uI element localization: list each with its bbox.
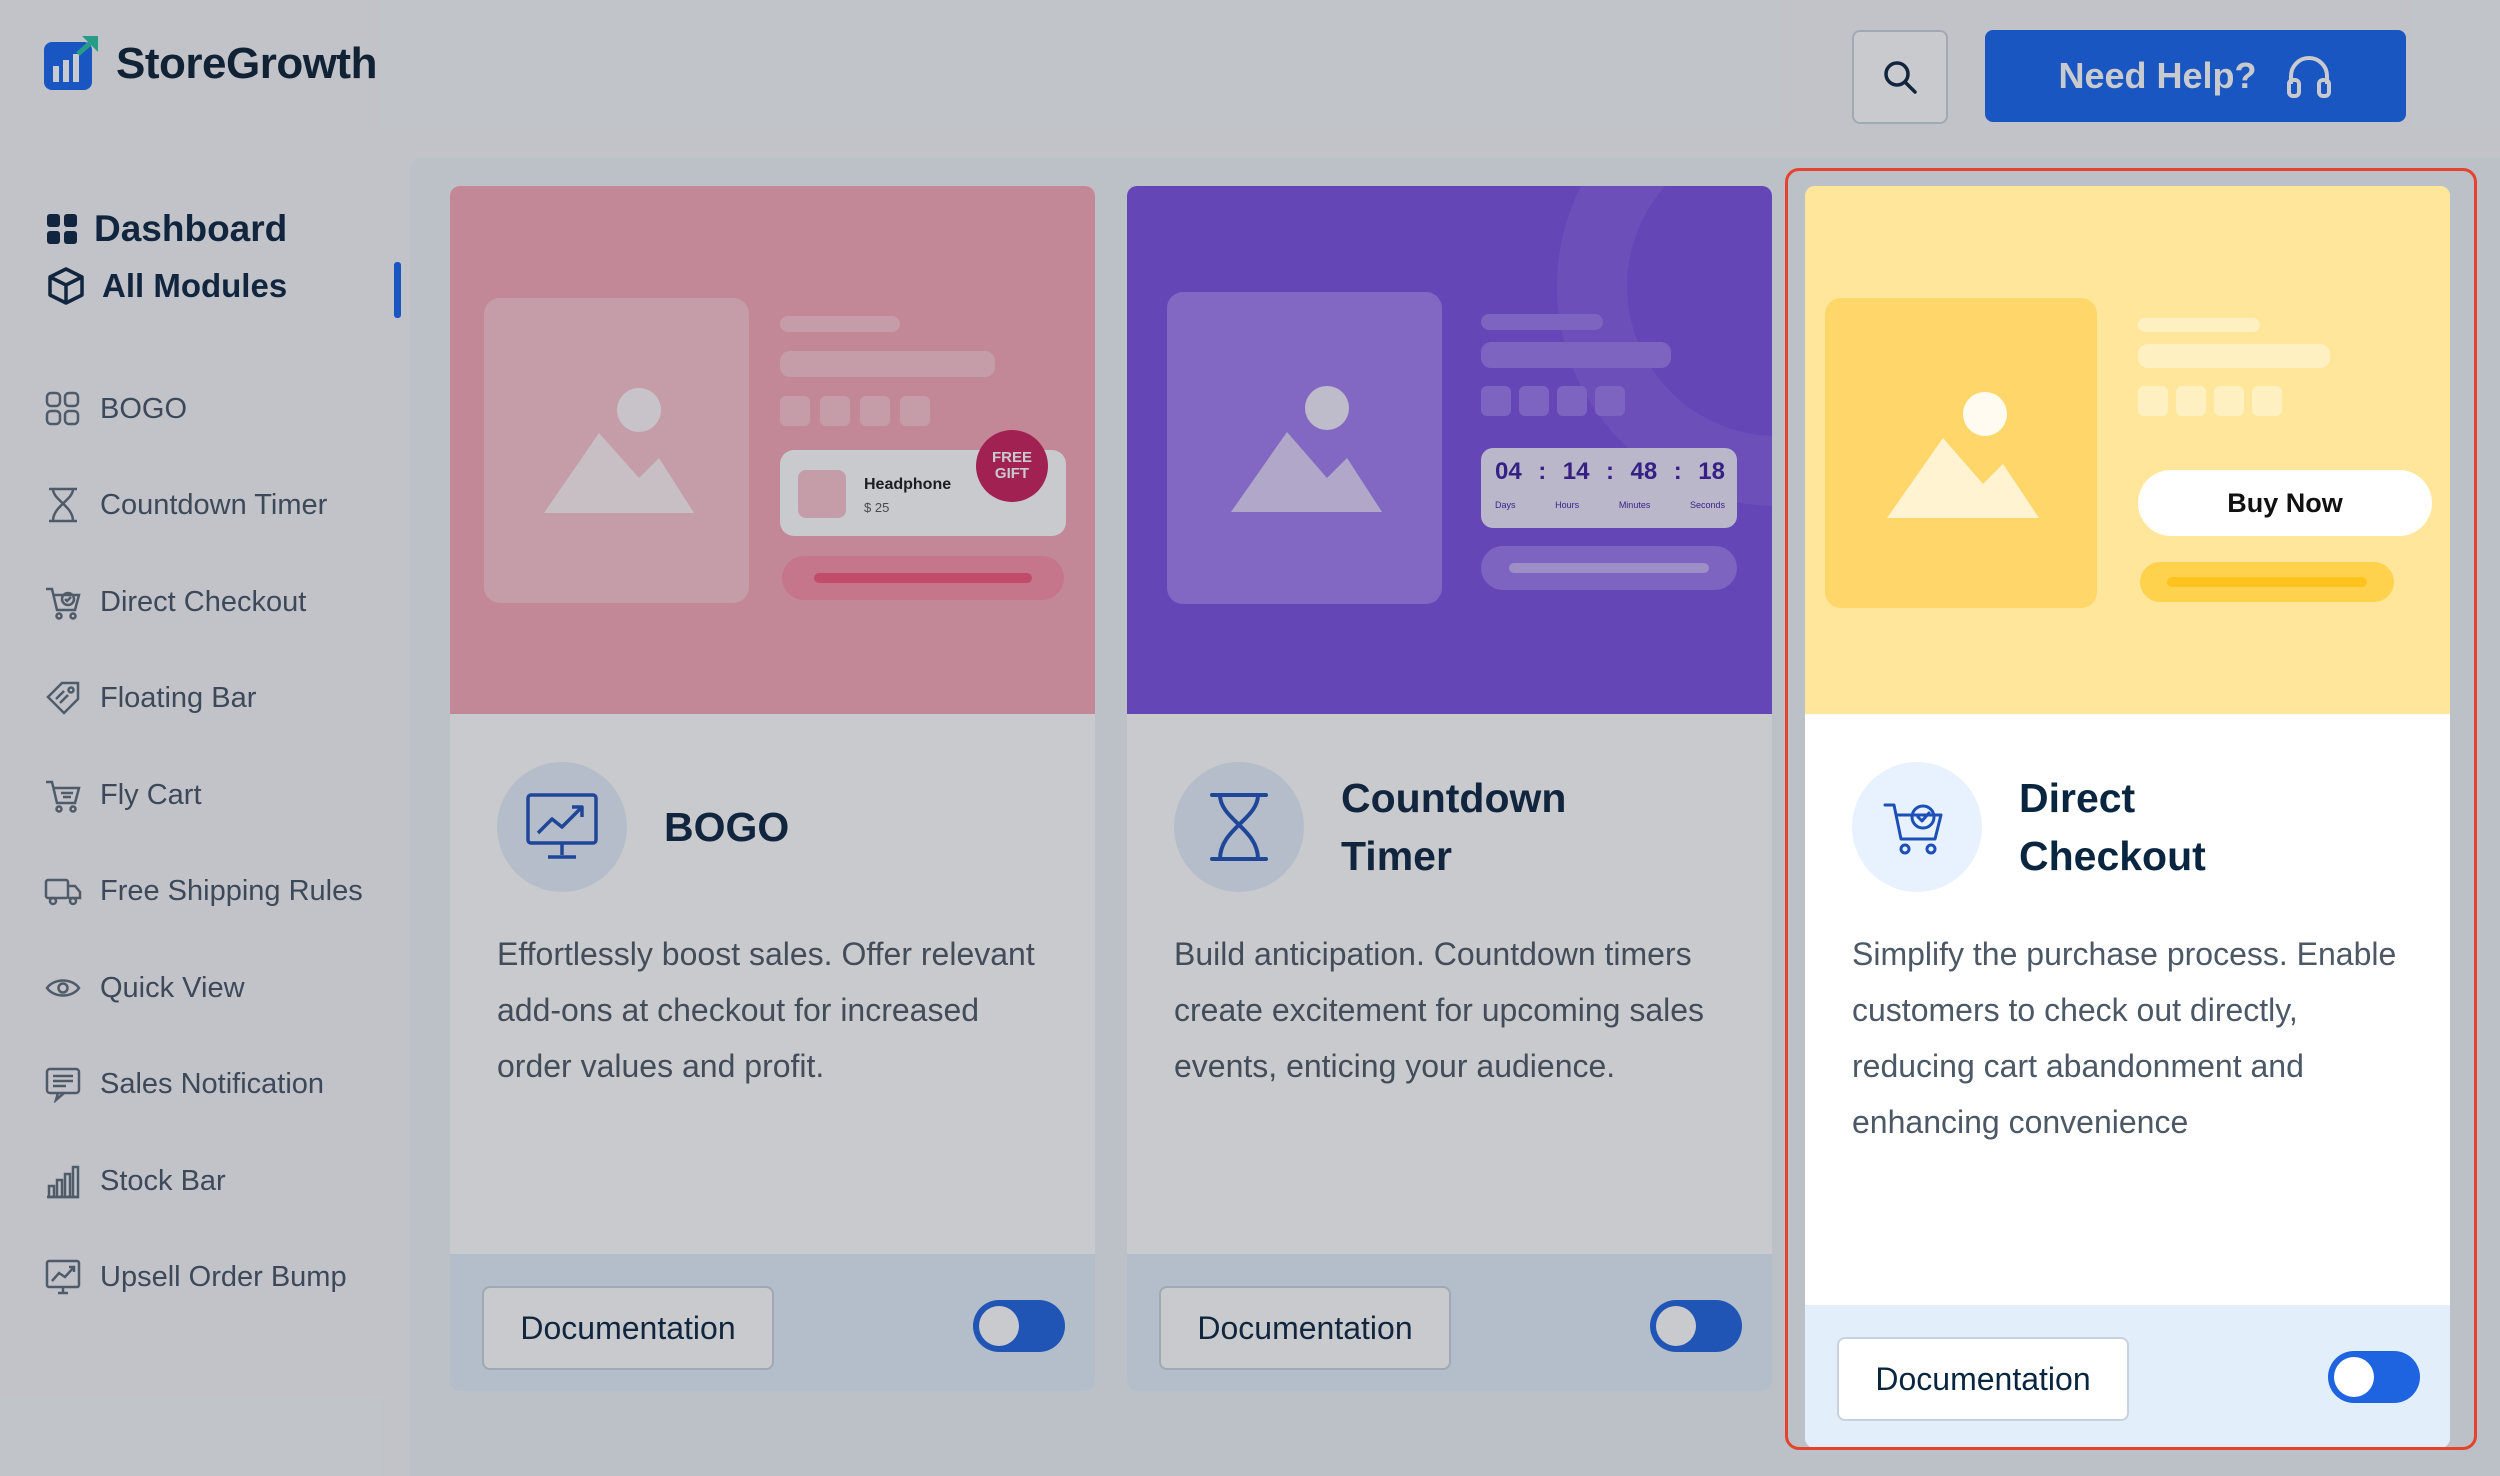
module-toggle[interactable] <box>973 1300 1065 1352</box>
hourglass-icon <box>1210 793 1268 861</box>
free-gift-badge-label: FREE GIFT <box>991 449 1032 482</box>
module-card-direct-checkout: Buy Now Direct Checkout Simplify the pur… <box>1805 186 2450 1448</box>
headset-icon <box>2286 56 2331 98</box>
brand-name: StoreGrowth <box>116 39 377 88</box>
bogo-icon <box>45 391 80 426</box>
cart-icon <box>46 780 81 813</box>
product-image-placeholder <box>484 298 749 603</box>
sidebar-item-direct-checkout[interactable]: Direct Checkout <box>44 583 306 621</box>
brand-logo[interactable]: StoreGrowth <box>42 34 377 94</box>
card-footer: Documentation <box>450 1254 1095 1391</box>
module-card-bogo: Headphone $ 25 FREE GIFT BOGO Effortless… <box>450 186 1095 1391</box>
sidebar-item-bogo[interactable]: BOGO <box>44 390 187 428</box>
sidebar-item-floating-bar[interactable]: Floating Bar <box>44 679 256 717</box>
product-image-placeholder <box>1825 298 2097 608</box>
dashboard-grid-icon <box>47 214 77 244</box>
product-price: $ 25 <box>864 500 890 515</box>
product-name: Headphone <box>864 476 952 493</box>
toggle-knob <box>979 1306 1019 1346</box>
notification-icon <box>45 1067 81 1103</box>
product-image-placeholder <box>1167 292 1442 604</box>
sidebar-all-modules-label: All Modules <box>102 267 288 304</box>
bogo-preview: Headphone $ 25 FREE GIFT <box>450 186 1095 714</box>
timer-unit: Seconds <box>1689 500 1725 510</box>
sidebar-item-label: Countdown Timer <box>100 488 328 521</box>
countdown-display: 04: 14: 48: 18 Days Hours Minutes Second… <box>1481 448 1737 528</box>
timer-hours: 14 <box>1562 458 1590 485</box>
monitor-trend-icon <box>526 793 598 859</box>
product-thumbnail <box>798 470 846 518</box>
sidebar-item-countdown-timer[interactable]: Countdown Timer <box>44 486 327 524</box>
sidebar-all-modules[interactable]: All Modules <box>46 266 287 306</box>
sidebar-dashboard-label: Dashboard <box>94 208 288 249</box>
sidebar-item-label: Free Shipping Rules <box>100 874 363 907</box>
sidebar-item-sales-notification[interactable]: Sales Notification <box>44 1065 324 1103</box>
bogo-module-icon <box>497 762 627 892</box>
truck-icon <box>44 878 82 906</box>
sidebar-item-label: Floating Bar <box>100 681 257 714</box>
documentation-button[interactable]: Documentation <box>1159 1286 1451 1370</box>
sidebar-item-label: Fly Cart <box>100 778 202 811</box>
card-description: Simplify the purchase process. Enable cu… <box>1852 936 2397 1140</box>
sidebar-item-label: Direct Checkout <box>100 585 307 618</box>
image-placeholder-icon <box>1887 392 2039 518</box>
need-help-button[interactable]: Need Help? <box>1985 30 2406 122</box>
eye-icon <box>45 979 81 997</box>
documentation-button[interactable]: Documentation <box>482 1286 774 1370</box>
timer-unit: Hours <box>1555 500 1580 510</box>
cart-check-icon <box>46 587 81 620</box>
countdown-preview: 04: 14: 48: 18 Days Hours Minutes Second… <box>1127 186 1772 714</box>
search-icon <box>1884 61 1917 94</box>
storegrowth-logo-icon <box>44 36 98 90</box>
sidebar-item-free-shipping-rules[interactable]: Free Shipping Rules <box>44 872 363 910</box>
sidebar-dashboard[interactable]: Dashboard <box>46 208 287 250</box>
sidebar-item-label: Quick View <box>100 971 245 1004</box>
documentation-button[interactable]: Documentation <box>1837 1337 2129 1421</box>
tag-icon <box>46 681 80 715</box>
hourglass-icon <box>49 487 77 523</box>
sidebar-item-label: Upsell Order Bump <box>100 1260 347 1293</box>
direct-checkout-preview: Buy Now <box>1805 186 2450 714</box>
timer-unit: Minutes <box>1618 500 1651 510</box>
sidebar-item-label: Sales Notification <box>100 1067 325 1100</box>
toggle-knob <box>1656 1306 1696 1346</box>
sidebar-item-stock-bar[interactable]: Stock Bar <box>44 1162 226 1200</box>
card-title: Direct Checkout <box>2019 775 2206 879</box>
cube-icon <box>48 267 84 305</box>
card-title: BOGO <box>664 804 790 850</box>
countdown-module-icon <box>1174 762 1304 892</box>
card-title: Countdown Timer <box>1341 775 1567 879</box>
sidebar-item-quick-view[interactable]: Quick View <box>44 969 245 1007</box>
timer-days: 04 <box>1495 458 1522 485</box>
timer-seconds: 18 <box>1698 458 1725 485</box>
toggle-knob <box>2334 1357 2374 1397</box>
active-indicator <box>394 262 401 318</box>
trend-chart-icon <box>45 1259 81 1295</box>
card-description: Effortlessly boost sales. Offer relevant… <box>497 936 1035 1084</box>
sidebar-item-label: Stock Bar <box>100 1164 226 1197</box>
timer-unit: Days <box>1495 500 1516 510</box>
card-description: Build anticipation. Countdown timers cre… <box>1174 936 1705 1084</box>
card-footer: Documentation <box>1805 1305 2450 1448</box>
sidebar-item-upsell-order-bump[interactable]: Upsell Order Bump <box>44 1258 347 1296</box>
module-card-countdown-timer: 04: 14: 48: 18 Days Hours Minutes Second… <box>1127 186 1772 1391</box>
module-toggle[interactable] <box>2328 1351 2420 1403</box>
image-placeholder-icon <box>544 388 694 513</box>
search-button[interactable] <box>1852 30 1948 124</box>
buy-now-button: Buy Now <box>2138 470 2432 536</box>
sidebar-item-label: BOGO <box>100 392 188 425</box>
free-gift-badge: FREE GIFT <box>976 430 1048 502</box>
card-footer: Documentation <box>1127 1254 1772 1391</box>
need-help-label: Need Help? <box>2058 55 2257 96</box>
bar-chart-icon <box>47 1165 80 1199</box>
image-placeholder-icon <box>1231 386 1382 512</box>
sidebar-item-fly-cart[interactable]: Fly Cart <box>44 776 202 814</box>
direct-checkout-module-icon <box>1852 762 1982 892</box>
timer-minutes: 48 <box>1630 458 1658 485</box>
cart-check-icon <box>1883 803 1943 855</box>
module-toggle[interactable] <box>1650 1300 1742 1352</box>
